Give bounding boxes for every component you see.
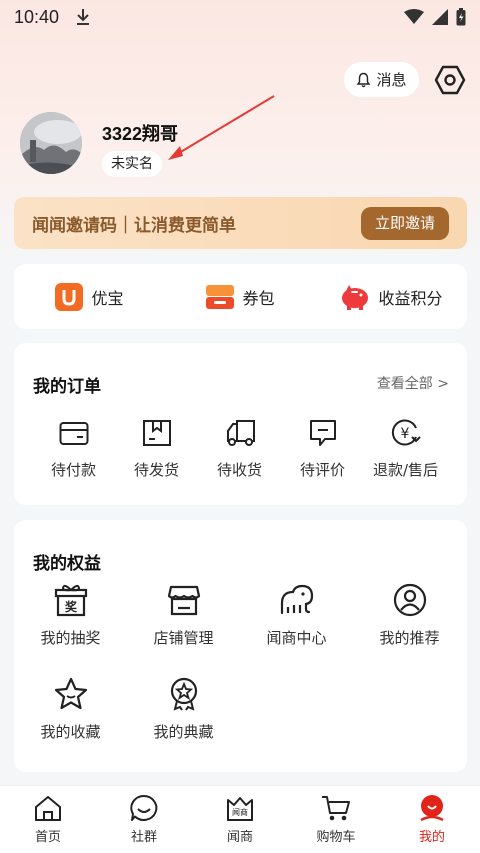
benefit-label: 闻商中心: [266, 629, 327, 647]
settings-button[interactable]: [433, 62, 467, 98]
order-item-label: 待收货: [216, 461, 262, 479]
messages-label: 消息: [376, 71, 407, 89]
invite-now-button[interactable]: 立即邀请: [360, 206, 449, 240]
invite-text: 闻闻邀请码｜让消费更简单: [32, 215, 236, 236]
quick-link-label: 收益积分: [378, 288, 443, 308]
comment-icon: [309, 420, 336, 446]
view-all-orders-link[interactable]: 查看全部 >: [377, 373, 449, 393]
benefits-card: 我的权益 奖 我的抽奖 店铺管理 闻商中心 我的推荐 我的收藏 我的典藏: [14, 520, 467, 772]
download-icon: [77, 9, 90, 25]
order-item-label: 待发货: [133, 461, 179, 479]
lottery-icon: 奖: [54, 584, 87, 617]
settings-hexagon-icon: [434, 65, 466, 95]
order-pending-payment[interactable]: 待付款: [32, 419, 115, 480]
wallet-icon: [59, 422, 88, 445]
quick-link-coupons[interactable]: 券包: [165, 283, 316, 311]
order-pending-review[interactable]: 待评价: [281, 419, 364, 480]
invite-banner[interactable]: 闻闻邀请码｜让消费更简单 立即邀请: [14, 197, 467, 249]
medal-icon: [170, 677, 197, 711]
community-icon: [130, 794, 158, 821]
avatar[interactable]: [20, 112, 82, 174]
truck-icon: [226, 420, 255, 446]
benefit-label: 我的收藏: [40, 723, 101, 741]
tab-profile[interactable]: 我的: [384, 786, 480, 853]
orders-card: 我的订单 查看全部 > 待付款 待发货 待收货 待评价 ¥ 退款/售后: [14, 343, 467, 505]
benefit-lottery[interactable]: 奖 我的抽奖: [14, 583, 127, 648]
benefit-label: 店铺管理: [153, 629, 214, 647]
tab-label: 我的: [418, 830, 445, 845]
benefit-favorites[interactable]: 我的收藏: [14, 677, 127, 742]
coupon-icon: [206, 284, 235, 309]
benefit-recommend[interactable]: 我的推荐: [353, 583, 466, 648]
tab-wenshang[interactable]: 闻商 闻商: [192, 786, 288, 853]
box-icon: [142, 420, 171, 446]
order-item-label: 待评价: [299, 461, 345, 479]
wenshang-icon-text: 闻商: [232, 807, 248, 817]
quick-link-label: 优宝: [91, 288, 124, 308]
benefits-title: 我的权益: [33, 554, 101, 574]
home-icon: [35, 796, 61, 821]
svg-text:¥: ¥: [400, 426, 409, 442]
tab-cart[interactable]: 购物车: [288, 786, 384, 853]
profile-icon: [420, 795, 444, 822]
order-pending-shipment[interactable]: 待发货: [115, 419, 198, 480]
order-item-label: 退款/售后: [372, 461, 439, 479]
order-pending-receipt[interactable]: 待收货: [198, 419, 281, 480]
refund-icon: ¥: [391, 419, 421, 446]
orders-title: 我的订单: [33, 377, 101, 397]
benefit-label: 我的抽奖: [40, 629, 101, 647]
tab-label: 社群: [130, 830, 157, 845]
benefit-store-management[interactable]: 店铺管理: [127, 583, 240, 648]
wenshang-crown-icon: 闻商: [227, 797, 253, 821]
tab-label: 购物车: [316, 830, 356, 845]
realname-status-badge[interactable]: 未实名: [102, 151, 162, 177]
tab-label: 闻商: [226, 830, 253, 845]
quick-link-youbao[interactable]: 优宝: [14, 282, 165, 311]
benefit-label: 我的典藏: [153, 723, 214, 741]
quick-link-points[interactable]: 收益积分: [316, 283, 467, 311]
bottom-tab-bar: 首页 社群 闻商 闻商 购物车 我的: [0, 785, 480, 853]
order-refund-aftersale[interactable]: ¥ 退款/售后: [364, 419, 447, 480]
quick-links-card: 优宝 券包 收益积分: [14, 264, 467, 329]
benefit-wenshang-center[interactable]: 闻商中心: [240, 583, 353, 648]
star-icon: [54, 677, 87, 710]
quick-link-label: 券包: [242, 288, 275, 308]
cart-icon: [322, 796, 350, 821]
status-bar: 10:40: [0, 0, 480, 34]
recommend-user-icon: [393, 583, 426, 617]
youbao-icon: [55, 282, 84, 311]
store-icon: [167, 585, 200, 616]
order-item-label: 待付款: [50, 461, 96, 479]
tab-label: 首页: [34, 830, 61, 845]
bell-icon: [357, 72, 371, 87]
signal-icon: [432, 9, 448, 25]
wifi-icon: [404, 9, 424, 24]
annotation-arrow: [168, 95, 275, 160]
battery-icon: [456, 8, 466, 26]
avatar-landscape-image: [20, 112, 82, 174]
piggy-bank-icon: [342, 284, 369, 310]
lottery-icon-text: 奖: [64, 599, 77, 614]
benefit-label: 我的推荐: [379, 629, 440, 647]
status-time: 10:40: [14, 6, 60, 27]
messages-button[interactable]: 消息: [344, 62, 419, 97]
tab-home[interactable]: 首页: [0, 786, 96, 853]
elephant-icon: [280, 584, 313, 615]
benefit-collection[interactable]: 我的典藏: [127, 677, 240, 742]
tab-community[interactable]: 社群: [96, 786, 192, 853]
